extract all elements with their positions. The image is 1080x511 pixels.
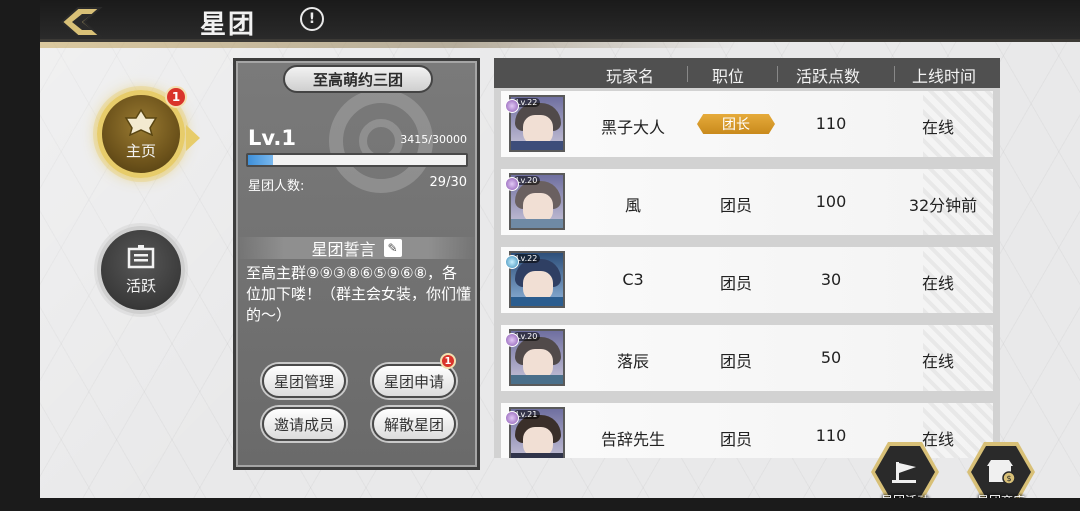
table-row[interactable]: Lv.20 落辰 团员 50 在线 xyxy=(501,325,993,391)
activity-points: 30 xyxy=(820,270,842,289)
pencil-icon[interactable]: ✎ xyxy=(383,239,402,257)
sidebar-item-activity[interactable]: 活跃 xyxy=(97,226,185,314)
selected-arrow-icon xyxy=(186,125,200,151)
player-role: 团员 xyxy=(719,352,752,371)
member-count-value: 29/30 xyxy=(429,175,467,190)
guild-member-count: 星团人数: 29/30 xyxy=(248,175,467,194)
top-header-bar xyxy=(40,0,1080,48)
guild-oath-text: 至高主群⑨⑨③⑧⑥⑤⑨⑥⑧，各位加下喽！（群主会女装，你们懂的～） xyxy=(246,264,472,324)
player-name: 告辞先生 xyxy=(600,430,665,449)
activity-points: 50 xyxy=(820,348,842,367)
gem-icon xyxy=(505,333,519,347)
guild-exp-text: 3415/30000 xyxy=(400,133,467,146)
column-header-points: 活跃点数 xyxy=(796,67,861,86)
page-title: 星团 xyxy=(200,10,257,40)
gem-icon xyxy=(505,99,519,113)
board-icon xyxy=(127,244,155,268)
column-header-name: 玩家名 xyxy=(606,67,655,86)
player-role: 团员 xyxy=(719,274,752,293)
column-divider xyxy=(687,66,688,82)
sidebar-item-label: 主页 xyxy=(125,141,156,160)
screen-bottom-edge xyxy=(0,498,1080,511)
activity-points: 110 xyxy=(815,426,847,445)
player-name: 落辰 xyxy=(616,352,649,371)
sidebar-item-label: 活跃 xyxy=(125,276,156,295)
guild-apply-button[interactable]: 星团申请 xyxy=(372,364,456,398)
member-count-label: 星团人数: xyxy=(248,179,305,194)
column-divider xyxy=(777,66,778,82)
player-role: 团员 xyxy=(719,196,752,215)
guild-exp-fill xyxy=(248,155,273,165)
player-name: 黑子大人 xyxy=(600,118,665,137)
back-arrow-icon xyxy=(60,7,103,37)
info-button[interactable]: ! xyxy=(300,7,324,31)
guild-level: Lv.1 xyxy=(248,126,296,150)
column-header-role: 职位 xyxy=(712,67,745,86)
svg-text:$: $ xyxy=(1006,474,1011,483)
player-role: 团员 xyxy=(719,430,752,449)
guild-oath-header: 星团誓言 ✎ xyxy=(236,237,477,259)
disband-guild-button[interactable]: 解散星团 xyxy=(372,407,456,441)
screen-left-edge xyxy=(0,0,40,511)
online-status: 在线 xyxy=(921,352,954,371)
flag-icon xyxy=(892,462,916,483)
guild-manage-button[interactable]: 星团管理 xyxy=(262,364,346,398)
activity-points: 110 xyxy=(815,114,847,133)
guild-name: 至高萌约三团 xyxy=(283,65,433,93)
column-divider xyxy=(894,66,895,82)
gem-icon xyxy=(505,255,519,269)
apply-notification-badge: 1 xyxy=(440,353,456,369)
role-badge-leader: 团长 xyxy=(697,114,775,134)
info-icon: ! xyxy=(308,11,316,27)
invite-members-button[interactable]: 邀请成员 xyxy=(262,407,346,441)
online-status: 在线 xyxy=(921,118,954,137)
guild-info-panel: 至高萌约三团 Lv.1 3415/30000 星团人数: 29/30 星团誓言 … xyxy=(233,58,480,470)
member-table-header: 玩家名 职位 活跃点数 上线时间 xyxy=(494,58,1000,88)
shop-icon: $ xyxy=(987,460,1016,485)
home-emblem-icon xyxy=(124,108,158,136)
back-button[interactable] xyxy=(58,4,104,40)
gem-icon xyxy=(505,411,519,425)
table-row[interactable]: Lv.22 黑子大人 团长 110 在线 xyxy=(501,91,993,157)
activity-points: 100 xyxy=(815,192,847,211)
notification-badge: 1 xyxy=(165,86,187,108)
online-status: 32分钟前 xyxy=(908,196,978,215)
guild-oath-title: 星团誓言 xyxy=(311,240,376,259)
guild-exp-bar xyxy=(246,153,468,167)
table-row[interactable]: Lv.20 風 团员 100 32分钟前 xyxy=(501,169,993,235)
player-name: 風 xyxy=(624,196,641,215)
online-status: 在线 xyxy=(921,274,954,293)
member-list[interactable]: Lv.22 黑子大人 团长 110 在线 Lv.20 風 团员 100 32分钟… xyxy=(494,88,1000,458)
table-row[interactable]: Lv.22 C3 团员 30 在线 xyxy=(501,247,993,313)
column-header-online: 上线时间 xyxy=(912,67,977,86)
player-name: C3 xyxy=(622,270,644,289)
gem-icon xyxy=(505,177,519,191)
